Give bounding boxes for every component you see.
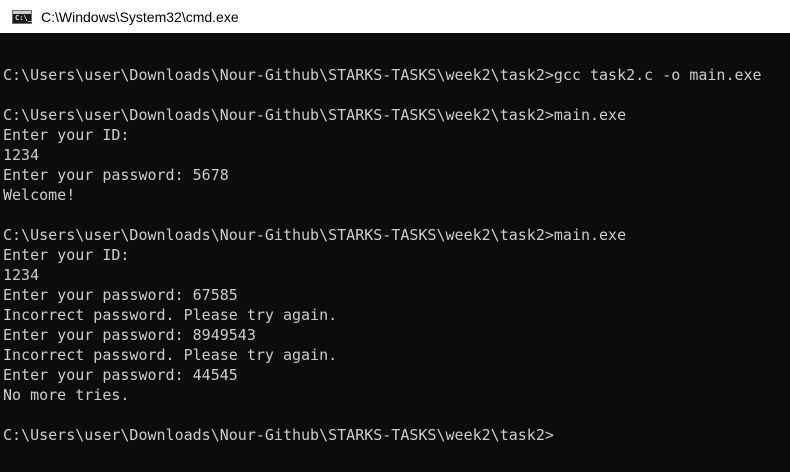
console-line: C:\Users\user\Downloads\Nour-Github\STAR… — [3, 226, 627, 244]
cmd-icon[interactable]: C:\_ — [12, 9, 32, 24]
console-prompt-line[interactable]: C:\Users\user\Downloads\Nour-Github\STAR… — [3, 425, 790, 445]
console-line: C:\Users\user\Downloads\Nour-Github\STAR… — [3, 66, 762, 84]
console-line: Welcome! — [3, 186, 76, 204]
console-line: Enter your password: 5678 — [3, 166, 229, 184]
console-line: 1234 — [3, 266, 40, 284]
console-line: 1234 — [3, 146, 40, 164]
console-line: Enter your ID: — [3, 246, 130, 264]
console-line: Enter your ID: — [3, 126, 130, 144]
console-line: C:\Users\user\Downloads\Nour-Github\STAR… — [3, 106, 627, 124]
console-line: Enter your password: 67585 — [3, 286, 238, 304]
console-line: Enter your password: 44545 — [3, 366, 238, 384]
window-title: C:\Windows\System32\cmd.exe — [41, 8, 239, 25]
console-line: Enter your password: 8949543 — [3, 326, 256, 344]
console-line: Incorrect password. Please try again. — [3, 306, 338, 324]
title-bar[interactable]: C:\_ C:\Windows\System32\cmd.exe — [0, 0, 790, 33]
console-output[interactable]: C:\Users\user\Downloads\Nour-Github\STAR… — [0, 33, 790, 472]
console-line: Incorrect password. Please try again. — [3, 346, 338, 364]
console-line: No more tries. — [3, 386, 130, 404]
